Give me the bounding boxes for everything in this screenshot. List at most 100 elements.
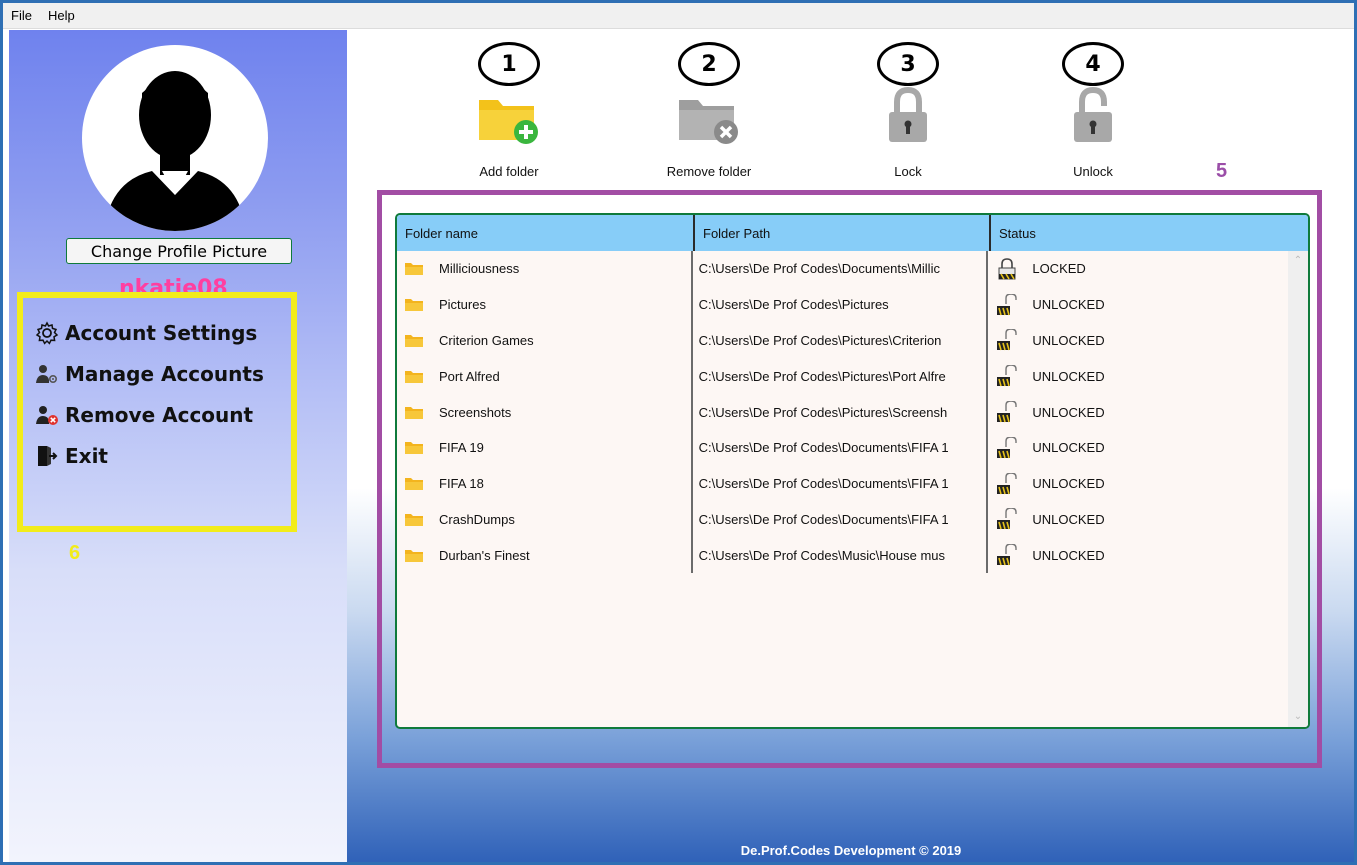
folder-icon — [405, 513, 423, 526]
table-row[interactable]: Screenshots C:\Users\De Prof Codes\Pictur… — [397, 394, 1288, 430]
avatar — [82, 45, 268, 231]
annotation-5: 5 — [1216, 160, 1228, 182]
annotation-3: 3 — [877, 42, 939, 86]
folder-name: CrashDumps — [439, 511, 515, 527]
table-row[interactable]: Milliciousness C:\Users\De Prof Codes\Doc… — [397, 251, 1288, 287]
main-area: 1 Add folder 2 Remove folder 3 Lock 4 Un… — [347, 30, 1354, 862]
folder-name: Criterion Games — [439, 332, 534, 348]
folder-icon — [405, 442, 423, 455]
column-header-status[interactable]: Status — [991, 215, 1308, 251]
status-cell: UNLOCKED — [988, 430, 1288, 466]
menu-file[interactable]: File — [3, 8, 40, 23]
status-text: LOCKED — [1032, 261, 1086, 277]
change-profile-picture-button[interactable]: Change Profile Picture — [66, 238, 292, 264]
user-remove-icon — [36, 406, 58, 425]
lock-icon — [889, 86, 927, 142]
folder-icon — [405, 263, 423, 276]
table-row[interactable]: Port Alfred C:\Users\De Prof Codes\Pictur… — [397, 358, 1288, 395]
grid-header: Folder name Folder Path Status — [397, 215, 1308, 251]
gear-icon — [35, 321, 59, 345]
table-row[interactable]: Durban's Finest C:\Users\De Prof Codes\Mu… — [397, 537, 1288, 574]
folder-name-cell: Pictures — [397, 286, 693, 323]
folder-path-cell: C:\Users\De Prof Codes\Pictures — [693, 286, 989, 323]
folder-path-cell: C:\Users\De Prof Codes\Documents\FIFA 1 — [693, 501, 989, 538]
table-row[interactable]: Pictures C:\Users\De Prof Codes\Pictures U… — [397, 286, 1288, 323]
folder-path: C:\Users\De Prof Codes\Documents\FIFA 1 — [698, 476, 949, 492]
folder-add-icon — [479, 100, 538, 144]
folder-name-cell: FIFA 19 — [397, 429, 693, 466]
unlock-icon — [1074, 86, 1112, 142]
status-text: UNLOCKED — [1032, 297, 1105, 313]
sidebar: Change Profile Picture nkatie08 Account … — [9, 30, 347, 862]
unlocked-status-icon — [997, 293, 1018, 315]
folder-icon — [405, 370, 423, 383]
status-cell: UNLOCKED — [988, 394, 1288, 430]
column-header-folder-path[interactable]: Folder Path — [695, 215, 991, 251]
folder-path: C:\Users\De Prof Codes\Pictures\Criterio… — [698, 332, 942, 348]
add-folder-label: Add folder — [479, 164, 539, 179]
account-settings-item[interactable]: Account Settings — [35, 318, 257, 348]
exit-label: Exit — [65, 444, 108, 468]
menu-bar: File Help — [3, 3, 1354, 29]
folder-path: C:\Users\De Prof Codes\Documents\FIFA 1 — [698, 440, 949, 456]
folder-icon — [405, 478, 423, 491]
unlocked-status-icon — [997, 436, 1018, 459]
footer-copyright: De.Prof.Codes Development © 2019 — [740, 843, 962, 858]
folder-path: C:\Users\De Prof Codes\Pictures — [698, 297, 889, 313]
lock-button[interactable]: 3 Lock — [838, 30, 978, 180]
status-cell: UNLOCKED — [988, 502, 1288, 538]
remove-folder-button[interactable]: 2 Remove folder — [639, 30, 779, 180]
column-header-folder-name[interactable]: Folder name — [397, 215, 695, 251]
status-cell: UNLOCKED — [988, 537, 1288, 573]
unlocked-status-icon — [997, 365, 1018, 387]
table-row[interactable]: Criterion Games C:\Users\De Prof Codes\Pi… — [397, 322, 1288, 359]
status-text: UNLOCKED — [1032, 511, 1105, 527]
add-folder-button[interactable]: 1 Add folder — [439, 30, 579, 180]
remove-account-label: Remove Account — [65, 403, 254, 427]
folder-path-cell: C:\Users\De Prof Codes\Documents\FIFA 1 — [693, 429, 989, 466]
manage-accounts-item[interactable]: Manage Accounts — [35, 359, 264, 389]
folder-name: Pictures — [439, 297, 486, 313]
account-menu: Account Settings Manage Accounts Remove … — [17, 292, 297, 532]
locked-status-icon — [998, 258, 1016, 280]
annotation-2: 2 — [678, 42, 740, 86]
grid-rows: Milliciousness C:\Users\De Prof Codes\Doc… — [397, 251, 1288, 574]
account-settings-label: Account Settings — [65, 321, 258, 345]
exit-icon — [38, 446, 58, 466]
table-row[interactable]: FIFA 18 C:\Users\De Prof Codes\Documents\… — [397, 465, 1288, 502]
folder-path-cell: C:\Users\De Prof Codes\Pictures\Screensh — [693, 394, 989, 430]
status-cell: UNLOCKED — [988, 323, 1288, 359]
unlocked-status-icon — [997, 544, 1018, 566]
folder-path: C:\Users\De Prof Codes\Documents\Millic — [698, 261, 940, 277]
folder-path-cell: C:\Users\De Prof Codes\Pictures\Criterio… — [693, 322, 989, 359]
status-text: UNLOCKED — [1032, 547, 1105, 563]
folder-path: C:\Users\De Prof Codes\Pictures\Port Alf… — [698, 368, 946, 384]
vertical-scrollbar[interactable]: ⌃ ⌄ — [1288, 251, 1308, 727]
folder-icon — [405, 549, 423, 562]
exit-item[interactable]: Exit — [35, 441, 108, 471]
annotation-1: 1 — [478, 42, 540, 86]
table-row[interactable]: CrashDumps C:\Users\De Prof Codes\Documen… — [397, 501, 1288, 538]
folder-path-cell: C:\Users\De Prof Codes\Music\House mus — [693, 537, 989, 574]
lock-label: Lock — [894, 164, 922, 179]
unlocked-status-icon — [997, 329, 1018, 351]
status-text: UNLOCKED — [1032, 476, 1105, 492]
app-window: File Help Change Profile Picture nkatie0… — [0, 0, 1357, 865]
folder-path-cell: C:\Users\De Prof Codes\Documents\Millic — [693, 251, 989, 287]
unlock-button[interactable]: 4 Unlock — [1023, 30, 1163, 180]
folder-name: Durban's Finest — [439, 547, 530, 563]
annotation-4: 4 — [1062, 42, 1124, 86]
menu-help[interactable]: Help — [40, 8, 83, 23]
scroll-down-icon[interactable]: ⌄ — [1292, 711, 1304, 723]
scroll-up-icon[interactable]: ⌃ — [1292, 255, 1304, 267]
folder-name-cell: Durban's Finest — [397, 537, 693, 574]
folder-remove-icon — [679, 100, 738, 144]
folder-grid[interactable]: Folder name Folder Path Status Milliciou… — [395, 213, 1310, 729]
folder-name: FIFA 19 — [439, 440, 484, 456]
folder-icon — [405, 299, 423, 312]
status-cell: UNLOCKED — [988, 358, 1288, 394]
unlocked-status-icon — [997, 508, 1018, 530]
remove-account-item[interactable]: Remove Account — [35, 400, 253, 430]
folder-icon — [405, 334, 423, 347]
table-row[interactable]: FIFA 19 C:\Users\De Prof Codes\Documents\… — [397, 429, 1288, 466]
